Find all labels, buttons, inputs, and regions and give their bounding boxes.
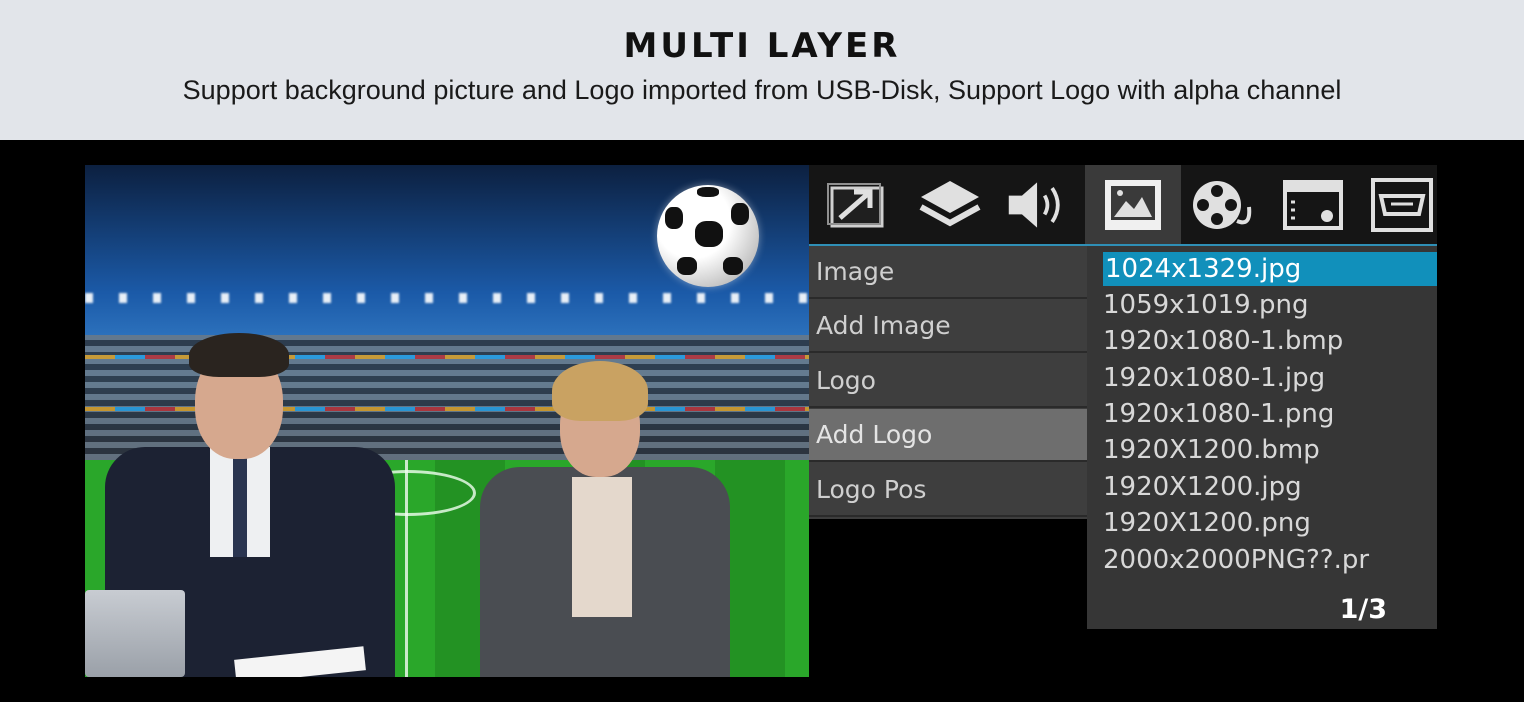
- page-indicator: 1/3: [1339, 594, 1387, 625]
- export-icon[interactable]: [825, 175, 891, 235]
- window-settings-icon[interactable]: [1281, 175, 1347, 235]
- page-title: MULTI LAYER: [623, 26, 901, 66]
- file-item[interactable]: 1920x1080-1.jpg: [1103, 361, 1325, 395]
- file-item[interactable]: 1920X1200.bmp: [1103, 433, 1320, 467]
- female-anchor: [480, 347, 740, 677]
- speaker-icon[interactable]: [1005, 175, 1071, 235]
- file-item[interactable]: 1920X1200.png: [1103, 506, 1311, 540]
- header-banner: MULTI LAYER Support background picture a…: [0, 0, 1524, 140]
- film-reel-icon[interactable]: [1191, 175, 1257, 235]
- file-item[interactable]: 1920x1080-1.bmp: [1103, 324, 1343, 358]
- settings-menu: Image Add Image Logo Add Logo Logo Pos: [809, 246, 1087, 519]
- menu-item-logo[interactable]: Logo: [809, 355, 1087, 408]
- image-icon[interactable]: [1085, 165, 1181, 244]
- file-item[interactable]: 1920X1200.jpg: [1103, 470, 1302, 504]
- file-item[interactable]: 1920x1080-1.png: [1103, 397, 1334, 431]
- file-list: 1024x1329.jpg 1059x1019.png 1920x1080-1.…: [1087, 246, 1437, 629]
- file-item[interactable]: 1024x1329.jpg: [1103, 252, 1437, 286]
- soccer-ball-logo: [657, 185, 759, 287]
- page-subtitle: Support background picture and Logo impo…: [182, 75, 1342, 105]
- menu-item-add-logo[interactable]: Add Logo: [809, 409, 1087, 462]
- layers-icon[interactable]: [917, 175, 983, 235]
- file-item[interactable]: 1059x1019.png: [1103, 288, 1308, 322]
- file-item[interactable]: 2000x2000PNG??.pr: [1103, 543, 1369, 577]
- osd-menu-panel: Image Add Image Logo Add Logo Logo Pos 1…: [809, 165, 1437, 629]
- menu-item-image[interactable]: Image: [809, 246, 1087, 299]
- preview-scene-image: [85, 165, 809, 677]
- menu-item-logo-pos[interactable]: Logo Pos: [809, 464, 1087, 517]
- stadium-lights: [85, 293, 809, 303]
- menu-toolbar: [809, 165, 1437, 246]
- menu-item-add-image[interactable]: Add Image: [809, 300, 1087, 353]
- hdmi-icon[interactable]: [1369, 175, 1435, 235]
- laptop: [85, 590, 185, 677]
